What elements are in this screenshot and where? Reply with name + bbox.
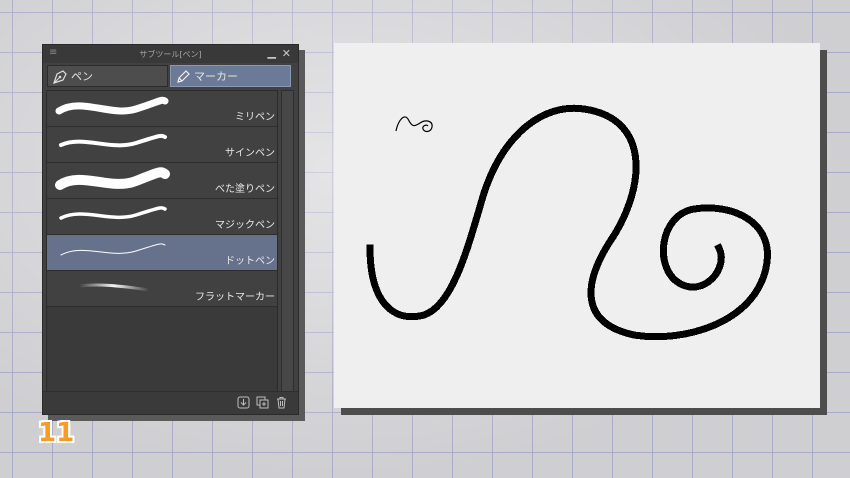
duplicate-subtool-icon[interactable] [256,396,269,409]
brush-item-flat-marker[interactable]: フラットマーカー [47,271,277,307]
delete-subtool-icon[interactable] [275,396,288,409]
tab-pen[interactable]: ペン [47,65,168,87]
brush-preview [60,243,166,256]
brush-list: ミリペン サインペン べた塗りペン マジックペン ドットペン フラットマーカー [46,90,278,406]
brush-item-magic-pen[interactable]: マジックペン [47,199,277,235]
brush-preview [55,167,170,190]
brush-item-label: ドットペン [225,256,275,267]
tab-marker[interactable]: マーカー [170,65,291,87]
dot-pen-stroke [366,104,771,341]
brush-item-label: マジックペン [215,220,275,231]
brush-item-label: べた塗りペン [215,184,275,195]
tab-marker-label: マーカー [194,70,238,83]
brush-item-dot-pen[interactable]: ドットペン [47,235,277,271]
tab-pen-label: ペン [71,70,93,83]
close-icon[interactable]: ✕ [282,47,291,60]
minimize-icon[interactable]: ▁ [268,46,276,59]
panel-footer [43,391,298,414]
small-swirl-stroke [395,116,433,133]
panel-titlebar[interactable]: ≡ サブツール[ペン] ▁ ✕ [43,45,298,63]
brush-preview [59,206,167,220]
step-number-badge: 11 [38,418,75,448]
canvas-artwork [366,104,771,341]
subtool-panel: ≡ サブツール[ペン] ▁ ✕ ペン マーカー ミリペン サインペン べた塗りペ… [42,44,299,415]
brush-item-label: ミリペン [235,112,275,123]
brush-list-scrollbar[interactable] [281,90,294,392]
brush-preview [55,96,169,115]
brush-preview [59,133,167,148]
brush-item-label: サインペン [225,148,275,159]
brush-item-solid-fill-pen[interactable]: べた塗りペン [47,163,277,199]
brush-item-label: フラットマーカー [195,292,275,303]
panel-title: サブツール[ペン] [139,50,202,59]
save-subtool-icon[interactable] [237,396,250,409]
brush-item-sign-pen[interactable]: サインペン [47,127,277,163]
pen-nib-icon [53,70,67,84]
brush-preview [77,283,151,292]
marker-icon [177,70,190,83]
drawing-canvas[interactable] [334,43,820,408]
brush-item-milli-pen[interactable]: ミリペン [47,91,277,127]
